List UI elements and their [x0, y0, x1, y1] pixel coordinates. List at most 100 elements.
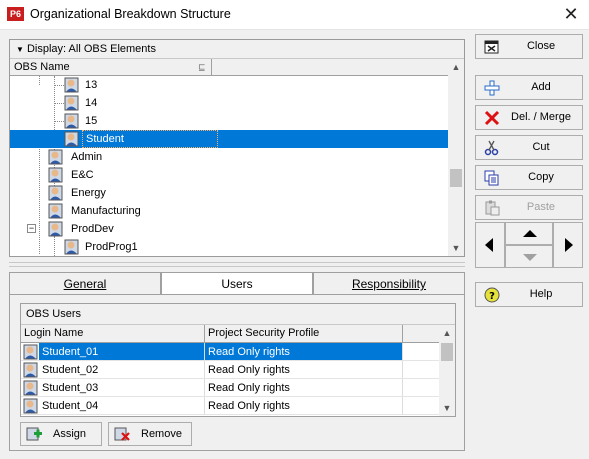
column-filter-icon[interactable]: ⊑ [198, 62, 206, 73]
tree-row[interactable]: ProdProg1 [10, 238, 448, 256]
tree-row[interactable]: Admin [10, 148, 448, 166]
add-button[interactable]: Add [475, 75, 583, 100]
obs-tree-panel: ▼ Display: All OBS Elements OBS Name ⊑ 1… [9, 39, 465, 257]
display-filter-bar[interactable]: ▼ Display: All OBS Elements [10, 40, 464, 59]
chevron-down-icon: ▼ [16, 45, 24, 54]
collapse-toggle-icon[interactable]: − [27, 224, 36, 233]
close-dialog-icon [484, 40, 499, 54]
tab-responsibility-label: Responsibility [351, 277, 427, 291]
tree-row[interactable]: E&C [10, 166, 448, 184]
user-icon [48, 167, 63, 183]
security-profile-column-header[interactable]: Project Security Profile [205, 325, 403, 342]
table-row[interactable]: Student_03 Read Only rights [21, 379, 439, 397]
table-row[interactable]: Student_04 Read Only rights [21, 397, 439, 415]
table-row[interactable]: Student_01 Read Only rights [21, 343, 439, 361]
tree-row-label: Energy [71, 187, 106, 199]
move-down-button[interactable] [505, 245, 553, 268]
remove-user-icon [114, 427, 130, 441]
obs-name-column-header[interactable]: OBS Name [10, 59, 212, 75]
scissors-icon [484, 140, 499, 156]
title-bar: P6 Organizational Breakdown Structure ✕ [0, 0, 589, 30]
delete-icon [484, 110, 500, 126]
tree-row-label: ProdProg1 [85, 241, 138, 253]
tree-row-label: Admin [71, 151, 103, 163]
users-tab-content: OBS Users Login Name Project Security Pr… [9, 294, 465, 451]
tree-row-label: 15 [85, 115, 98, 127]
help-button[interactable]: ? Help [475, 282, 583, 307]
users-scrollbar[interactable]: ▲ ▼ [439, 325, 455, 416]
login-name-column-header[interactable]: Login Name [21, 325, 205, 342]
user-icon [23, 380, 38, 396]
user-icon [64, 131, 79, 147]
copy-icon [484, 170, 499, 186]
security-profile-cell[interactable]: Read Only rights [205, 361, 403, 378]
user-icon [23, 344, 38, 360]
move-left-button[interactable] [475, 222, 505, 268]
tab-general[interactable]: General [9, 272, 161, 294]
security-profile-cell[interactable]: Read Only rights [205, 397, 403, 414]
assign-label: Assign [53, 428, 87, 440]
tree-row-selected[interactable]: Student [10, 130, 448, 148]
help-label: Help [529, 288, 553, 300]
assign-button[interactable]: Assign [20, 422, 102, 446]
security-profile-cell[interactable]: Read Only rights [205, 343, 403, 360]
p6-app-icon: P6 [7, 7, 24, 21]
user-icon [48, 149, 63, 165]
login-name-cell[interactable]: Student_01 [39, 343, 205, 360]
help-icon: ? [484, 287, 500, 303]
scroll-down-icon[interactable]: ▼ [448, 240, 464, 256]
table-row[interactable]: Student_02 Read Only rights [21, 361, 439, 379]
move-up-button[interactable] [505, 222, 553, 245]
user-icon [23, 362, 38, 378]
tree-row-label: E&C [71, 169, 94, 181]
remove-button[interactable]: Remove [108, 422, 192, 446]
tree-row[interactable]: 14 [10, 94, 448, 112]
scroll-down-icon[interactable]: ▼ [439, 400, 455, 416]
scroll-up-icon[interactable]: ▲ [448, 59, 464, 75]
scroll-up-icon[interactable]: ▲ [439, 325, 455, 341]
arrow-left-icon [485, 238, 493, 252]
tree-row-label: Manufacturing [71, 205, 141, 217]
scrollbar-thumb[interactable] [441, 343, 453, 361]
tree-scrollbar[interactable]: ▲ ▼ [448, 59, 464, 256]
tree-row[interactable]: Energy [10, 184, 448, 202]
add-label: Add [531, 81, 551, 93]
login-name-cell[interactable]: Student_02 [39, 361, 205, 378]
close-button[interactable]: Close [475, 34, 583, 59]
tree-row-label: Student [82, 130, 218, 148]
paste-button[interactable]: Paste [475, 195, 583, 220]
users-grid-header: Login Name Project Security Profile [21, 325, 439, 343]
del-merge-button[interactable]: Del. / Merge [475, 105, 583, 130]
tab-responsibility[interactable]: Responsibility [313, 272, 465, 294]
user-icon [23, 398, 38, 414]
panel-splitter[interactable] [9, 262, 465, 267]
paste-icon [485, 200, 500, 216]
arrow-up-icon [523, 230, 537, 237]
tree-row[interactable]: 15 [10, 112, 448, 130]
del-merge-label: Del. / Merge [511, 111, 571, 123]
display-filter-label: Display: All OBS Elements [26, 43, 156, 55]
tree-navigation-pad [475, 222, 583, 268]
tree-row[interactable]: Manufacturing [10, 202, 448, 220]
security-profile-cell[interactable]: Read Only rights [205, 379, 403, 396]
window-title: Organizational Breakdown Structure [30, 7, 231, 21]
scrollbar-thumb[interactable] [450, 169, 462, 187]
user-icon [48, 185, 63, 201]
tree-row-label: 13 [85, 79, 98, 91]
tab-strip: General Users Responsibility [9, 272, 465, 295]
close-label: Close [526, 40, 556, 52]
move-right-button[interactable] [553, 222, 583, 268]
user-icon [64, 77, 79, 93]
copy-button[interactable]: Copy [475, 165, 583, 190]
add-icon [484, 80, 500, 96]
tree-row[interactable]: 13 [10, 76, 448, 94]
login-name-cell[interactable]: Student_03 [39, 379, 205, 396]
obs-users-grid: OBS Users Login Name Project Security Pr… [20, 303, 456, 417]
tab-users[interactable]: Users [161, 272, 313, 295]
tree-row[interactable]: − ProdDev [10, 220, 448, 238]
user-icon [48, 203, 63, 219]
cut-button[interactable]: Cut [475, 135, 583, 160]
login-name-cell[interactable]: Student_04 [39, 397, 205, 414]
user-icon [64, 113, 79, 129]
window-close-icon[interactable]: ✕ [553, 0, 589, 30]
